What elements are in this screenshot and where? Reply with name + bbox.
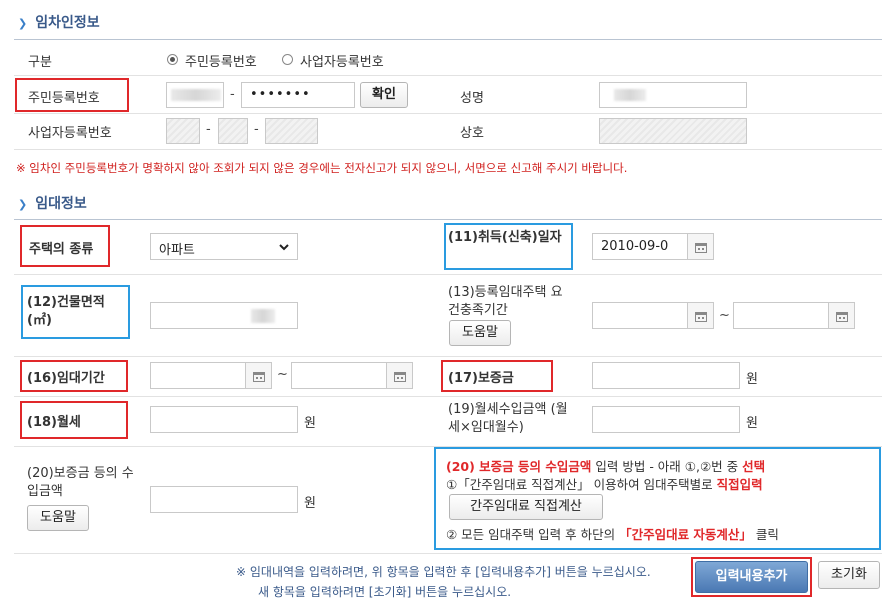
divider bbox=[14, 75, 882, 76]
won-unit: 원 bbox=[746, 372, 758, 387]
method-line-1: (20) 보증금 등의 수입금액 입력 방법 - 아래 ①,②번 중 선택 bbox=[446, 459, 766, 474]
chevron-right-icon: ❯ bbox=[18, 17, 28, 30]
calendar-icon[interactable] bbox=[687, 234, 713, 259]
business-number-3-input[interactable] bbox=[265, 118, 318, 144]
rental-section-title: ❯ 임대정보 bbox=[18, 196, 87, 212]
requirement-period-label: (13)등록임대주택 요건충족기간 bbox=[448, 285, 563, 318]
monthly-rent-label: (18)월세 bbox=[27, 415, 81, 430]
divider bbox=[14, 396, 882, 397]
divider bbox=[14, 553, 882, 554]
radio-business[interactable] bbox=[282, 54, 293, 65]
deposit-income-input[interactable] bbox=[150, 486, 298, 513]
deemed-rent-manual-calc-button[interactable]: 간주임대료 직접계산 bbox=[449, 494, 603, 520]
calendar-icon[interactable] bbox=[386, 363, 412, 388]
method-line-3: ② 모든 임대주택 입력 후 하단의 「간주임대료 자동계산」 클릭 bbox=[446, 527, 779, 542]
business-number-2-input[interactable] bbox=[218, 118, 248, 144]
dash: - bbox=[230, 87, 235, 102]
radio-resident[interactable] bbox=[167, 54, 178, 65]
divider bbox=[14, 39, 882, 40]
method-line-2: ①「간주임대료 직접계산」 이용하여 임대주택별로 직접입력 bbox=[446, 477, 763, 492]
masked-text bbox=[614, 89, 646, 101]
house-type-label: 주택의 종류 bbox=[29, 242, 94, 257]
footer-note-2: 새 항목을 입력하려면 [초기화] 버튼을 누르십시오. bbox=[258, 585, 512, 599]
deposit-income-label: (20)보증금 등의 수입금액 bbox=[27, 466, 134, 499]
business-number-label: 사업자등록번호 bbox=[28, 126, 112, 141]
lease-start-date-input[interactable] bbox=[150, 362, 272, 389]
masked-text bbox=[171, 89, 221, 101]
resident-number-label: 주민등록번호 bbox=[28, 91, 100, 106]
divider bbox=[14, 113, 882, 114]
acquisition-date-label: (11)취득(신축)일자 bbox=[448, 230, 562, 245]
warning-text: ※ 임차인 주민등록번호가 명확하지 않아 조회가 되지 않은 경우에는 전자신… bbox=[16, 161, 628, 175]
requirement-end-date-input[interactable] bbox=[733, 302, 855, 329]
won-unit: 원 bbox=[304, 496, 316, 511]
deposit-input[interactable] bbox=[592, 362, 740, 389]
divider bbox=[14, 219, 882, 220]
tilde: ~ bbox=[719, 308, 730, 323]
business-number-1-input[interactable] bbox=[166, 118, 200, 144]
trade-name-input[interactable] bbox=[599, 118, 747, 144]
calendar-icon[interactable] bbox=[687, 303, 713, 328]
acquisition-date-input[interactable]: 2010-09-0 bbox=[592, 233, 714, 260]
radio-resident-label: 주민등록번호 bbox=[185, 55, 257, 70]
house-type-select[interactable]: 아파트 bbox=[150, 233, 298, 260]
deposit-label: (17)보증금 bbox=[448, 371, 514, 386]
monthly-income-label: (19)월세수입금액 (월세×임대월수) bbox=[448, 402, 568, 435]
help-button-requirement[interactable]: 도움말 bbox=[449, 320, 511, 346]
divider bbox=[14, 356, 882, 357]
category-label: 구분 bbox=[28, 55, 52, 70]
footer-note-1: ※ 임대내역을 입력하려면, 위 항목을 입력한 후 [입력내용추가] 버튼을 … bbox=[236, 565, 651, 579]
monthly-income-input[interactable] bbox=[592, 406, 740, 433]
divider bbox=[14, 149, 882, 150]
dash: - bbox=[206, 122, 211, 137]
name-label: 성명 bbox=[460, 91, 484, 106]
trade-name-label: 상호 bbox=[460, 126, 484, 141]
calendar-icon[interactable] bbox=[245, 363, 271, 388]
masked-text bbox=[251, 309, 275, 323]
add-entry-button[interactable]: 입력내용추가 bbox=[695, 561, 808, 593]
radio-business-label: 사업자등록번호 bbox=[300, 55, 384, 70]
building-area-input[interactable] bbox=[150, 302, 298, 329]
lease-end-date-input[interactable] bbox=[291, 362, 413, 389]
lease-period-label: (16)임대기간 bbox=[27, 371, 105, 386]
tilde: ~ bbox=[277, 367, 288, 382]
dash: - bbox=[254, 122, 259, 137]
building-area-label: (12)건물면적(㎡) bbox=[27, 295, 105, 328]
confirm-button[interactable]: 확인 bbox=[360, 82, 408, 108]
calendar-icon[interactable] bbox=[828, 303, 854, 328]
reset-button[interactable]: 초기화 bbox=[818, 561, 880, 589]
monthly-rent-input[interactable] bbox=[150, 406, 298, 433]
chevron-right-icon: ❯ bbox=[18, 198, 28, 211]
help-button-deposit-income[interactable]: 도움말 bbox=[27, 505, 89, 531]
resident-number-back-input[interactable]: ••••••• bbox=[241, 82, 355, 108]
divider bbox=[14, 274, 882, 275]
name-input[interactable] bbox=[599, 82, 747, 108]
chevron-down-icon bbox=[279, 244, 289, 251]
requirement-start-date-input[interactable] bbox=[592, 302, 714, 329]
resident-number-front-input[interactable] bbox=[166, 82, 224, 108]
won-unit: 원 bbox=[746, 416, 758, 431]
won-unit: 원 bbox=[304, 416, 316, 431]
lessee-section-title: ❯ 임차인정보 bbox=[18, 15, 100, 31]
